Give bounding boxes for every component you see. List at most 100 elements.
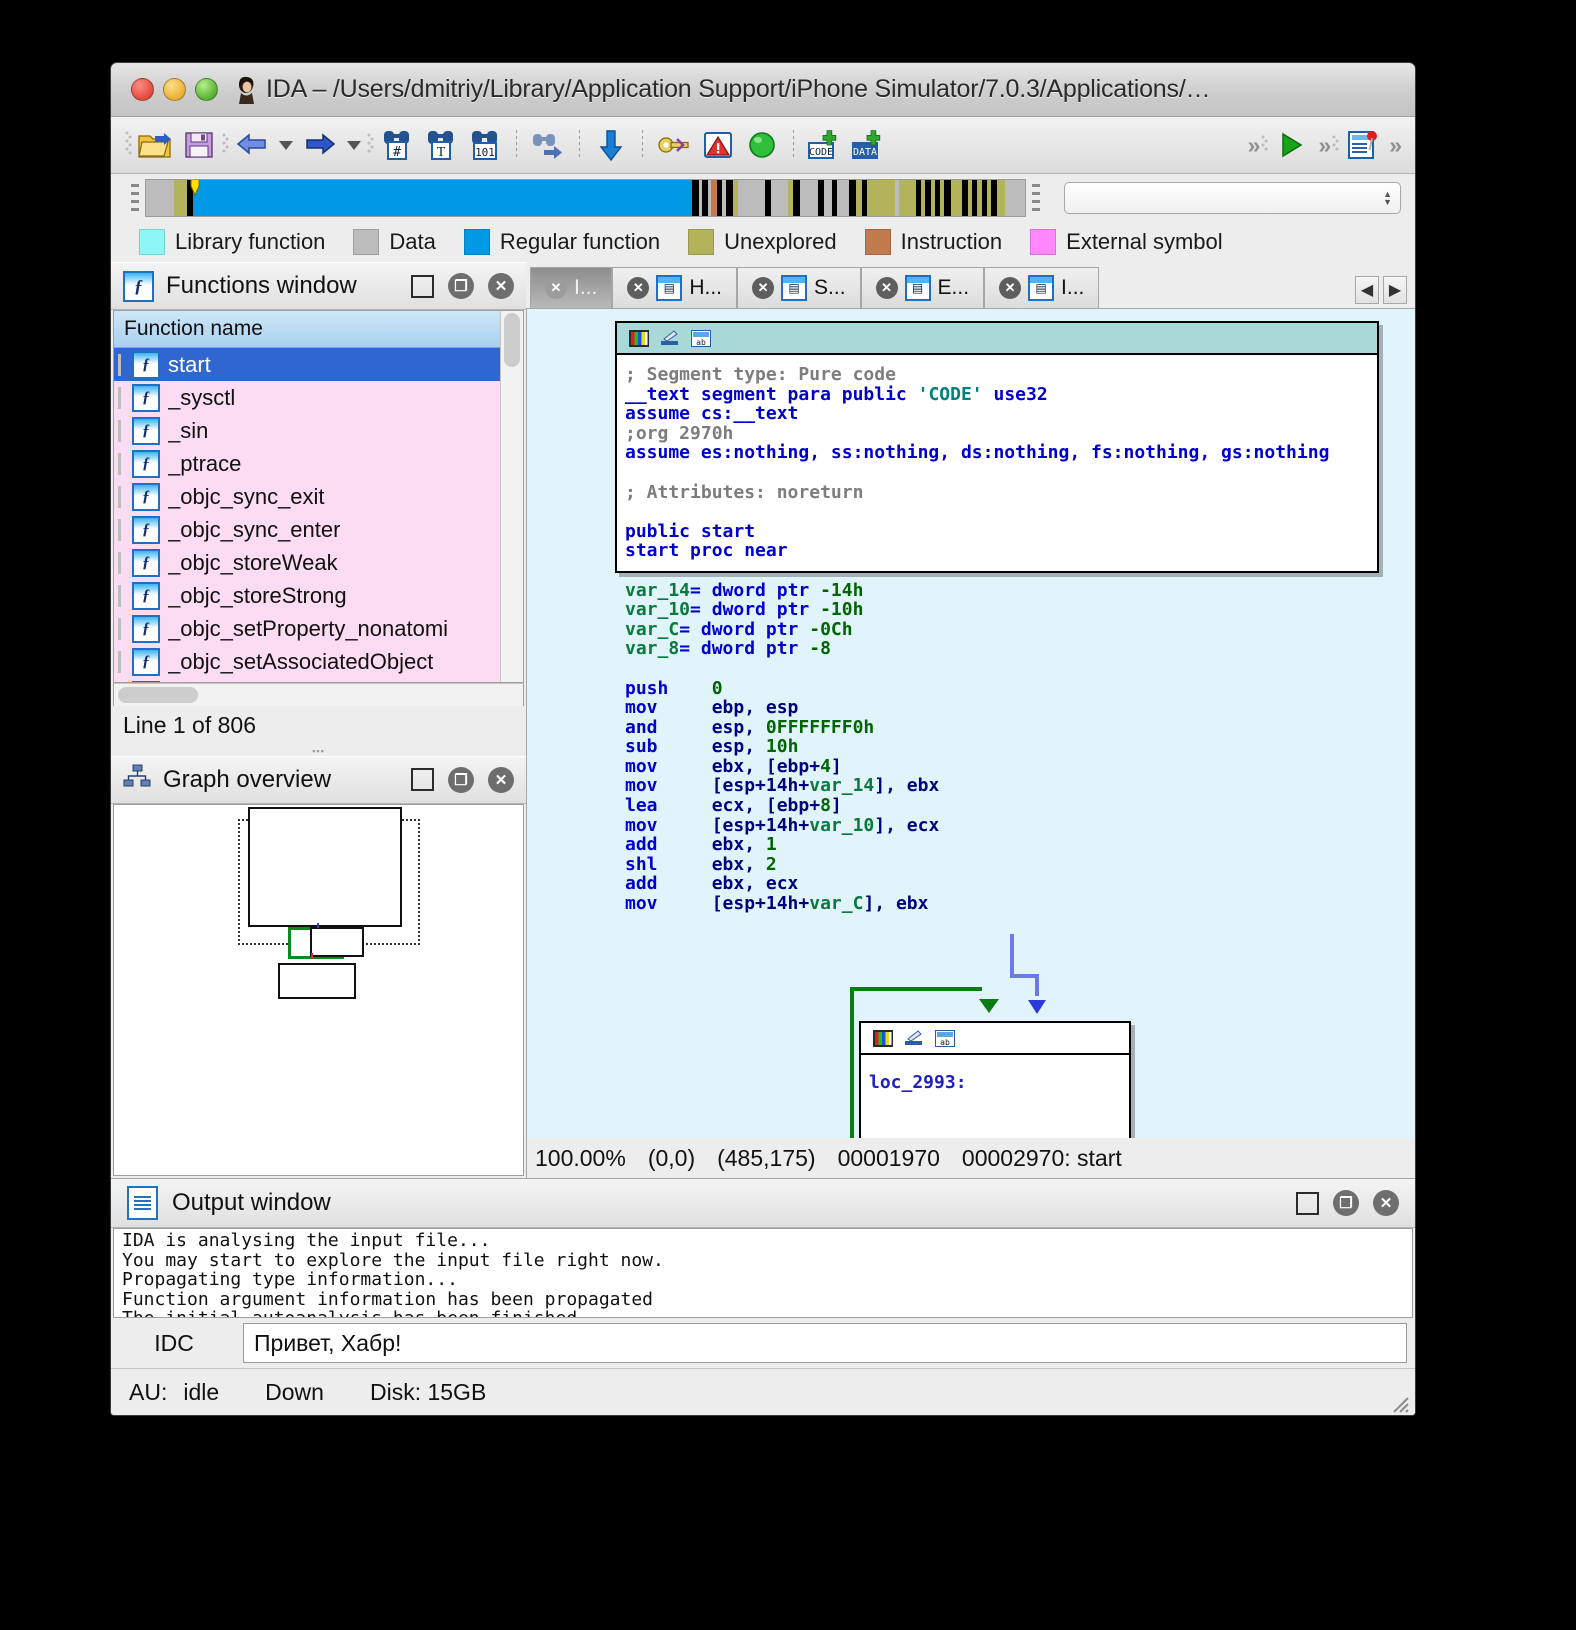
tab-scroll-right-button[interactable]: ▶	[1383, 276, 1407, 304]
close-window-button[interactable]	[131, 78, 154, 101]
start-process-button[interactable]	[1270, 124, 1312, 166]
toolbar-grip-5[interactable]	[1332, 128, 1339, 162]
function-name-label: _sin	[168, 418, 208, 444]
functions-hscroll-thumb[interactable]	[118, 687, 198, 703]
function-f-icon: ƒ	[132, 648, 160, 676]
tab-close-icon[interactable]: ✕	[999, 277, 1021, 299]
tab-imports-icon[interactable]: ✕▤I...	[984, 267, 1099, 308]
window-controls	[121, 78, 218, 101]
function-list-item[interactable]: ƒ_ptrace	[114, 447, 500, 480]
color-palette-icon[interactable]	[629, 330, 649, 347]
toolbar-grip-3[interactable]	[367, 128, 374, 162]
float-output-button[interactable]: ❐	[1333, 1190, 1359, 1216]
functions-vertical-scrollbar[interactable]	[500, 311, 523, 682]
maximize-panel-button[interactable]	[411, 275, 434, 298]
search-hex-button[interactable]: #	[376, 124, 418, 166]
jump-down-button[interactable]	[590, 124, 632, 166]
functions-horizontal-scrollbar[interactable]	[113, 683, 524, 706]
imports-icon: ▤	[1028, 275, 1054, 301]
toolbar-grip-2[interactable]	[222, 128, 229, 162]
function-list-item[interactable]: ƒ_objc_setProperty_nonatomi	[114, 612, 500, 645]
overflow-3-button[interactable]: »	[1385, 132, 1401, 159]
tab-ida-view-icon[interactable]: ✕I...	[530, 267, 612, 308]
open-file-button[interactable]	[134, 124, 176, 166]
tab-hex-view-icon[interactable]: ✕▤H...	[612, 267, 737, 308]
function-list-item[interactable]: ƒ_objc_setAssociatedObject	[114, 645, 500, 678]
forward-dropdown-button[interactable]	[343, 124, 365, 166]
function-list-item[interactable]: ƒ_objc_sync_enter	[114, 513, 500, 546]
back-button[interactable]	[231, 124, 273, 166]
color-palette-icon-2[interactable]	[873, 1030, 893, 1047]
window-resize-grip[interactable]	[1391, 1392, 1409, 1410]
graph-node-loc2993[interactable]: ab loc_2993:	[859, 1021, 1131, 1138]
float-graph-overview-button[interactable]: ❐	[448, 767, 474, 793]
make-code-button[interactable]: CODE	[804, 124, 846, 166]
code-token: = dword ptr	[690, 599, 820, 620]
graph-overview-canvas[interactable]	[113, 804, 524, 1177]
functions-list[interactable]: Function name ƒstartƒ_sysctlƒ_sinƒ_ptrac…	[114, 311, 500, 682]
graph-node-start[interactable]: ab ; Segment type: Pure code__text segme…	[615, 321, 1379, 573]
idc-input[interactable]: Привет, Хабр!	[243, 1323, 1407, 1363]
tab-close-icon[interactable]: ✕	[545, 277, 567, 299]
tab-close-icon[interactable]: ✕	[752, 277, 774, 299]
code-token: 'CODE'	[918, 384, 983, 405]
zoom-window-button[interactable]	[195, 78, 218, 101]
notepad-button[interactable]	[1341, 124, 1383, 166]
tab-scroll-left-button[interactable]: ◀	[1355, 276, 1379, 304]
problems-button[interactable]	[697, 124, 739, 166]
function-list-item[interactable]: ƒ_objc_retainBlock	[114, 678, 500, 682]
svg-text:DATA: DATA	[853, 147, 877, 158]
tab-close-icon[interactable]: ✕	[627, 277, 649, 299]
overflow-1-button[interactable]: »	[1244, 132, 1260, 159]
back-dropdown-button[interactable]	[275, 124, 297, 166]
float-panel-button[interactable]: ❐	[448, 273, 474, 299]
rename-icon[interactable]: ab	[691, 330, 711, 347]
function-list-item[interactable]: ƒstart	[114, 348, 500, 381]
jump-address-input[interactable]: ▲▼	[1064, 182, 1401, 214]
functions-vscroll-thumb[interactable]	[504, 313, 520, 367]
function-list-item[interactable]: ƒ_sin	[114, 414, 500, 447]
maximize-graph-overview-button[interactable]	[411, 768, 434, 791]
debug-options-button[interactable]	[653, 124, 695, 166]
function-list-item[interactable]: ƒ_objc_storeWeak	[114, 546, 500, 579]
minimize-window-button[interactable]	[163, 78, 186, 101]
close-output-button[interactable]: ✕	[1373, 1190, 1399, 1216]
navband-grip-2[interactable]	[1032, 184, 1040, 212]
navband-segment	[193, 180, 693, 216]
make-data-button[interactable]: DATA	[848, 124, 890, 166]
search-text-button[interactable]: T	[420, 124, 462, 166]
edit-pencil-icon[interactable]	[660, 330, 680, 347]
search-next-button[interactable]	[527, 124, 569, 166]
tab-enums-icon[interactable]: ✕▤E...	[861, 267, 985, 308]
output-log-text[interactable]: IDA is analysing the input file... You m…	[113, 1228, 1413, 1318]
navband-segment	[899, 180, 916, 216]
function-list-item[interactable]: ƒ_objc_storeStrong	[114, 579, 500, 612]
function-list-item[interactable]: ƒ_sysctl	[114, 381, 500, 414]
overflow-2-button[interactable]: »	[1314, 132, 1330, 159]
navigator-band[interactable]	[145, 179, 1026, 217]
functions-rows[interactable]: ƒstartƒ_sysctlƒ_sinƒ_ptraceƒ_objc_sync_e…	[114, 348, 500, 682]
functions-column-header[interactable]: Function name	[114, 311, 500, 348]
search-sequence-button[interactable]: 101	[464, 124, 506, 166]
code-token: mov	[625, 815, 712, 836]
forward-button[interactable]	[299, 124, 341, 166]
code-line: ; Attributes: noreturn	[625, 483, 1377, 503]
close-panel-button[interactable]: ✕	[488, 273, 514, 299]
rename-icon-2[interactable]: ab	[935, 1030, 955, 1047]
disassembly-graph-view[interactable]: ab ; Segment type: Pure code__text segme…	[526, 309, 1415, 1138]
close-graph-overview-button[interactable]: ✕	[488, 767, 514, 793]
save-button[interactable]	[178, 124, 220, 166]
panel-splitter[interactable]: ▪▪▪	[111, 746, 526, 756]
run-debugger-button[interactable]	[741, 124, 783, 166]
tab-structures-icon[interactable]: ✕▤S...	[737, 267, 861, 308]
tab-close-icon[interactable]: ✕	[876, 277, 898, 299]
toolbar-grip-4[interactable]	[1261, 128, 1268, 162]
edit-pencil-icon-2[interactable]	[904, 1030, 924, 1047]
navband-grip[interactable]	[131, 184, 139, 212]
functions-window-header: ƒ Functions window ❐ ✕	[111, 262, 526, 310]
toolbar-grip[interactable]	[125, 128, 132, 162]
function-f-icon: ƒ	[132, 516, 160, 544]
maximize-output-button[interactable]	[1296, 1192, 1319, 1215]
stepper-arrows-icon[interactable]: ▲▼	[1383, 190, 1392, 206]
function-list-item[interactable]: ƒ_objc_sync_exit	[114, 480, 500, 513]
